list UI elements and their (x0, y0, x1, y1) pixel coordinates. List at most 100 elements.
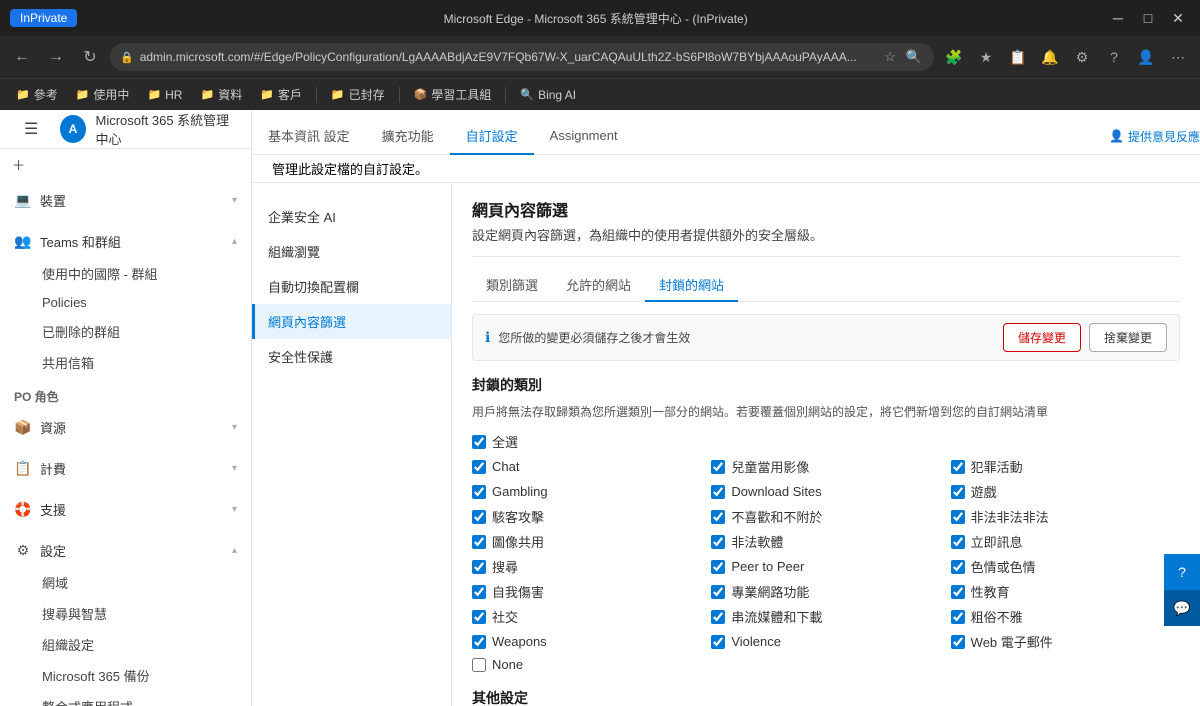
bookmark-learning[interactable]: 📦 學習工具組 (406, 83, 500, 106)
hamburger-icon[interactable]: ☰ (12, 111, 50, 147)
sidebar-sub-integrated-apps[interactable]: 整合式應用程式 (28, 691, 251, 706)
sidebar-sub-org-settings[interactable]: 組織設定 (28, 629, 251, 660)
floating-chat-button[interactable]: 💬 (1164, 590, 1200, 626)
checkbox-illegal-input[interactable] (951, 510, 965, 524)
checkbox-self-harm[interactable]: 自我傷害 (472, 582, 701, 601)
sub-tab-category[interactable]: 類別篩選 (472, 269, 552, 302)
sidebar-sub-m365-backup[interactable]: Microsoft 365 備份 (28, 660, 251, 691)
checkbox-sexed-input[interactable] (951, 585, 965, 599)
checkbox-sex-ed[interactable]: 性教育 (951, 582, 1180, 601)
checkbox-violence[interactable]: Violence (711, 632, 940, 651)
checkbox-illeg-soft-input[interactable] (711, 535, 725, 549)
checkbox-p2p-input[interactable] (711, 560, 725, 574)
tab-basic-settings[interactable]: 基本資訊 設定 (252, 118, 366, 155)
checkbox-dislike[interactable]: 不喜歡和不附於 (711, 507, 940, 526)
checkbox-p2p[interactable]: Peer to Peer (711, 557, 940, 576)
save-changes-button[interactable]: 儲存變更 (1003, 323, 1081, 352)
tab-custom-settings[interactable]: 自訂設定 (450, 118, 534, 155)
checkbox-im-input[interactable] (951, 535, 965, 549)
sub-tab-blocked[interactable]: 封鎖的網站 (645, 269, 738, 302)
address-bar[interactable]: 🔒 admin.microsoft.com/#/Edge/PolicyConfi… (110, 43, 934, 71)
checkbox-image-sharing[interactable]: 圖像共用 (472, 532, 701, 551)
nav-content-filter[interactable]: 網頁內容篩選 (252, 304, 451, 339)
checkbox-illegal-software[interactable]: 非法軟體 (711, 532, 940, 551)
bookmark-active[interactable]: 📁 使用中 (68, 83, 138, 106)
checkbox-image-input[interactable] (472, 535, 486, 549)
bookmark-data[interactable]: 📁 資料 (192, 83, 250, 106)
checkbox-dislike-input[interactable] (711, 510, 725, 524)
sidebar-item-resources[interactable]: 📦 資源 ▾ (0, 411, 251, 444)
nav-auto-switch[interactable]: 自動切換配置欄 (252, 269, 451, 304)
checkbox-streaming[interactable]: 串流媒體和下載 (711, 607, 940, 626)
checkbox-weapons[interactable]: Weapons (472, 632, 701, 651)
nav-org-browse[interactable]: 組織瀏覽 (252, 234, 451, 269)
bookmark-bing[interactable]: 🔍 Bing AI (512, 85, 584, 105)
checkbox-professional-network[interactable]: 專業網路功能 (711, 582, 940, 601)
sidebar-sub-shared-mailbox[interactable]: 共用信箱 (28, 347, 251, 378)
checkbox-gambling[interactable]: Gambling (472, 482, 701, 501)
sidebar-sub-domain[interactable]: 網域 (28, 567, 251, 598)
sidebar-sub-active-intl[interactable]: 使用中的國際 - 群組 (28, 258, 251, 289)
feedback-button[interactable]: 👤 提供意見反應 (1109, 128, 1200, 145)
search-icon[interactable]: 🔍 (904, 47, 924, 67)
settings-icon[interactable]: ⚙ (1068, 43, 1096, 71)
checkbox-vulgar-input[interactable] (951, 610, 965, 624)
checkbox-hacking[interactable]: 駭客攻擊 (472, 507, 701, 526)
floating-help-button[interactable]: ? (1164, 554, 1200, 590)
refresh-button[interactable]: ↻ (76, 43, 104, 71)
checkbox-all-input[interactable] (472, 435, 486, 449)
checkbox-violence-input[interactable] (711, 635, 725, 649)
discard-changes-button[interactable]: 捨棄變更 (1089, 323, 1167, 352)
checkbox-stream-input[interactable] (711, 610, 725, 624)
checkbox-webmail-input[interactable] (951, 635, 965, 649)
checkbox-weapons-input[interactable] (472, 635, 486, 649)
checkbox-child-images[interactable]: 兒童當用影像 (711, 457, 940, 476)
checkbox-im[interactable]: 立即訊息 (951, 532, 1180, 551)
bookmark-hr[interactable]: 📁 HR (139, 85, 190, 105)
extensions-icon[interactable]: 🧩 (940, 43, 968, 71)
nav-enterprise-ai[interactable]: 企業安全 AI (252, 199, 451, 234)
checkbox-games-input[interactable] (951, 485, 965, 499)
tab-assignment[interactable]: Assignment (534, 120, 634, 153)
sidebar-sub-deleted[interactable]: 已刪除的群組 (28, 316, 251, 347)
checkbox-all[interactable]: 全選 (472, 432, 1180, 451)
forward-button[interactable]: → (42, 43, 70, 71)
help-icon[interactable]: ? (1100, 43, 1128, 71)
sidebar-sub-policies[interactable]: Policies (28, 289, 251, 316)
sidebar-item-support[interactable]: 🛟 支援 ▾ (0, 493, 251, 526)
checkbox-webmail[interactable]: Web 電子郵件 (951, 632, 1180, 651)
checkbox-adult-content[interactable]: 色情或色情 (951, 557, 1180, 576)
checkbox-adult-input[interactable] (951, 560, 965, 574)
back-button[interactable]: ← (8, 43, 36, 71)
minimize-button[interactable]: ─ (1106, 6, 1130, 30)
close-button[interactable]: ✕ (1166, 6, 1190, 30)
sidebar-item-devices[interactable]: 💻 裝置 ▾ (0, 184, 251, 217)
sidebar-add-button[interactable]: ＋ (0, 149, 251, 180)
checkbox-selfharm-input[interactable] (472, 585, 486, 599)
checkbox-child-input[interactable] (711, 460, 725, 474)
checkbox-none[interactable]: None (472, 657, 701, 672)
checkbox-download-sites[interactable]: Download Sites (711, 482, 940, 501)
profile-icon[interactable]: 👤 (1132, 43, 1160, 71)
checkbox-pronet-input[interactable] (711, 585, 725, 599)
checkbox-games[interactable]: 遊戲 (951, 482, 1180, 501)
sidebar-item-settings[interactable]: ⚙ 設定 ▴ (0, 534, 251, 567)
checkbox-crime[interactable]: 犯罪活動 (951, 457, 1180, 476)
more-icon[interactable]: ⋯ (1164, 43, 1192, 71)
checkbox-social[interactable]: 社交 (472, 607, 701, 626)
checkbox-chat-input[interactable] (472, 460, 486, 474)
sidebar-item-teams[interactable]: 👥 Teams 和群組 ▴ (0, 225, 251, 258)
checkbox-social-input[interactable] (472, 610, 486, 624)
checkbox-crime-input[interactable] (951, 460, 965, 474)
star-icon[interactable]: ☆ (880, 47, 900, 67)
nav-security[interactable]: 安全性保護 (252, 339, 451, 374)
checkbox-search-input[interactable] (472, 560, 486, 574)
checkbox-gambling-input[interactable] (472, 485, 486, 499)
sub-tab-allowed[interactable]: 允許的網站 (552, 269, 645, 302)
checkbox-search[interactable]: 搜尋 (472, 557, 701, 576)
checkbox-vulgar[interactable]: 粗俗不雅 (951, 607, 1180, 626)
checkbox-download-input[interactable] (711, 485, 725, 499)
checkbox-chat[interactable]: Chat (472, 457, 701, 476)
bookmark-customer[interactable]: 📁 客戶 (252, 83, 310, 106)
tab-extensions[interactable]: 擴充功能 (366, 118, 450, 155)
